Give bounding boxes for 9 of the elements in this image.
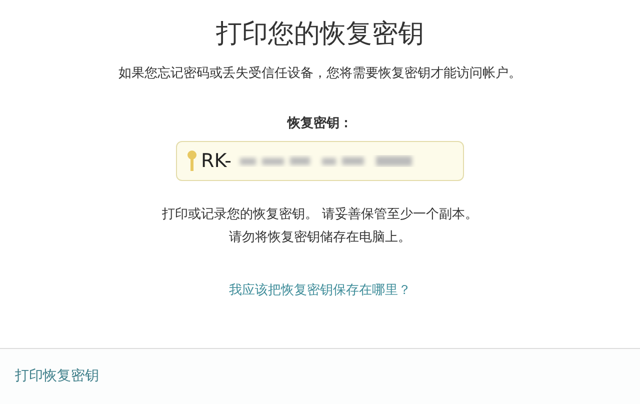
instruction-text: 请勿将恢复密钥储存在电脑上。: [228, 229, 412, 247]
key-icon: [187, 150, 197, 172]
help-link[interactable]: 我应该把恢复密钥保存在哪里？: [229, 281, 411, 300]
recovery-key-field[interactable]: RK-: [176, 141, 464, 181]
page-title: 打印您的恢复密钥: [215, 18, 425, 51]
description-text: 如果您忘记密码或丢失受信任设备，您将需要恢复密钥才能访问帐户。: [118, 65, 522, 83]
key-label: 恢复密钥：: [286, 114, 354, 132]
instruction-text: 打印或记录您的恢复密钥。 请妥善保管至少一个副本。: [160, 206, 480, 224]
print-key-link[interactable]: 打印恢复密钥: [15, 366, 99, 387]
